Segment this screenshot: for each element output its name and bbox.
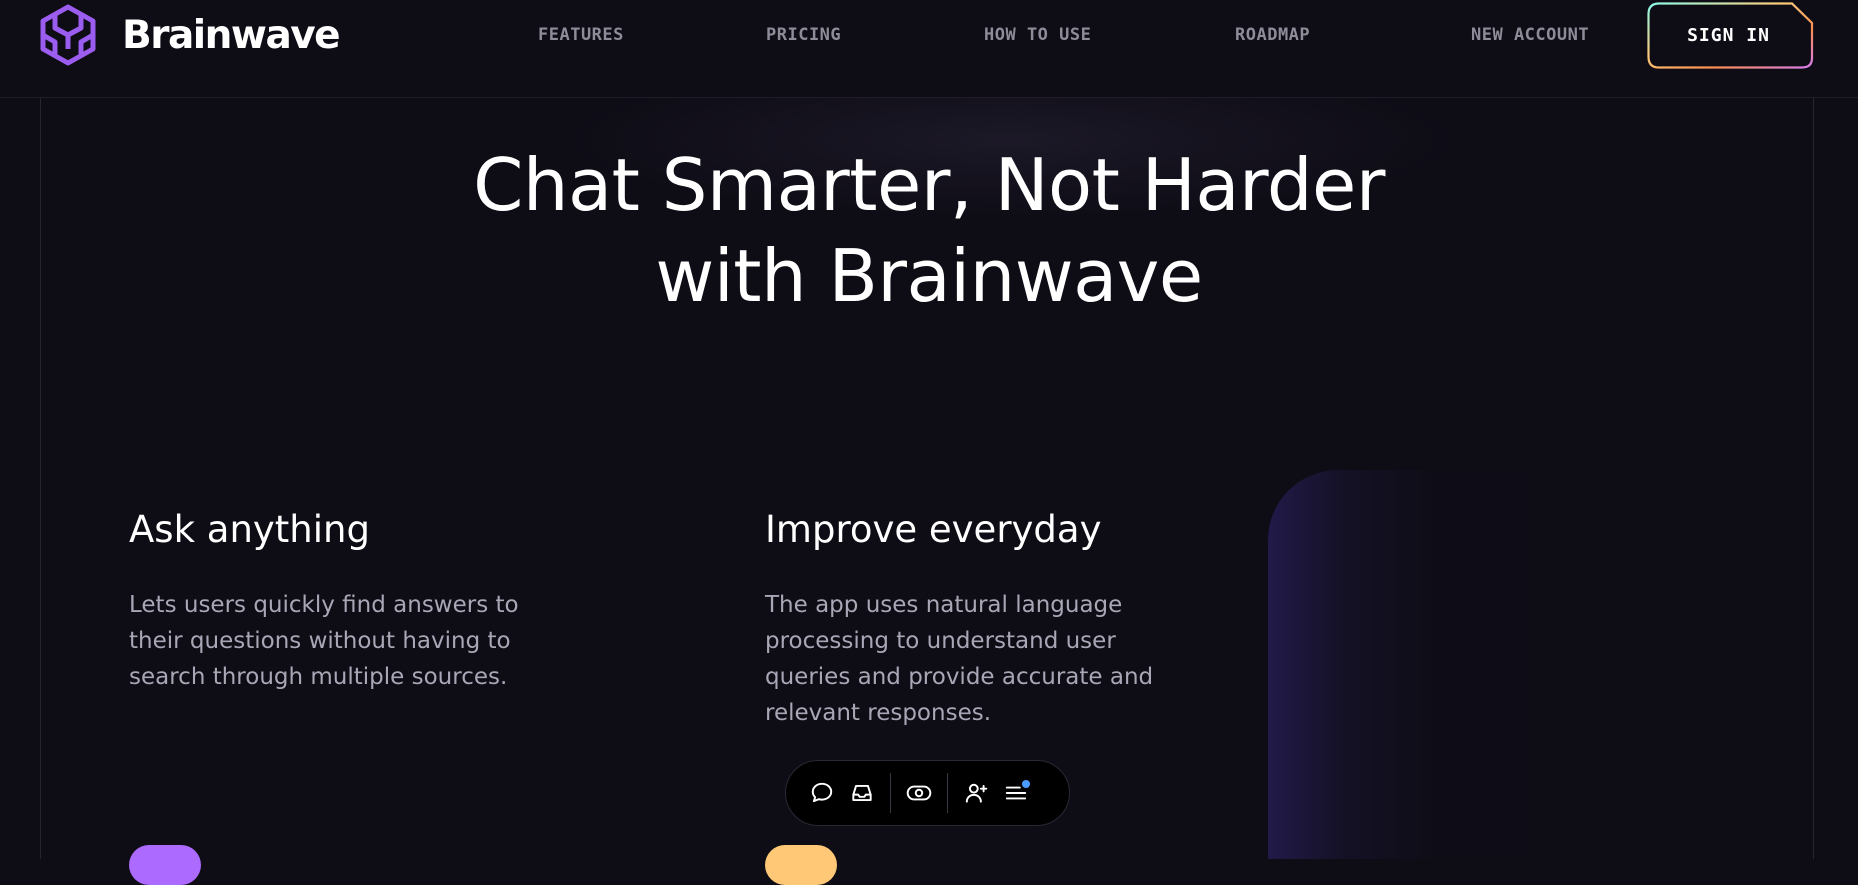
frame-line-left	[40, 98, 41, 859]
nav-how-to-use[interactable]: HOW TO USE	[984, 22, 1091, 48]
brainwave-logo-icon	[40, 4, 96, 66]
feature-line: search through multiple sources.	[129, 664, 508, 690]
feature-line: queries and provide accurate and	[765, 664, 1154, 690]
nav-new-account[interactable]: NEW ACCOUNT	[1471, 22, 1589, 48]
menu-lines-icon[interactable]	[996, 773, 1036, 813]
frame-line-right	[1813, 98, 1814, 859]
floating-toolbar	[785, 760, 1070, 826]
sign-in-button[interactable]: SIGN IN	[1647, 2, 1814, 69]
add-user-icon[interactable]	[956, 773, 996, 813]
nav-pricing[interactable]: PRICING	[766, 22, 841, 48]
feature-button-ask-anything[interactable]	[129, 845, 201, 885]
feature-title-ask-anything: Ask anything	[129, 508, 370, 551]
hero-title-line-1: Chat Smarter, Not Harder	[473, 143, 1385, 227]
feature-description-improve-everyday: The app uses natural language processing…	[765, 587, 1195, 731]
background-beam	[1268, 470, 1688, 859]
feature-description-ask-anything: Lets users quickly find answers to their…	[129, 587, 559, 695]
feature-line: Lets users quickly find answers to	[129, 592, 519, 618]
eye-toggle-icon[interactable]	[899, 773, 939, 813]
feature-line: their questions without having to	[129, 628, 511, 654]
feature-line: relevant responses.	[765, 700, 992, 726]
brand-logo[interactable]: Brainwave	[36, 4, 341, 66]
hero-title: Chat Smarter, Not Harder with Brainwave	[429, 140, 1429, 322]
feature-line: The app uses natural language	[765, 592, 1123, 618]
brand-name: Brainwave	[122, 12, 341, 58]
chat-bubble-icon[interactable]	[802, 773, 842, 813]
site-header: Brainwave FEATURES PRICING HOW TO USE RO…	[0, 0, 1858, 98]
nav-features[interactable]: FEATURES	[538, 22, 624, 48]
feature-line: processing to understand user	[765, 628, 1116, 654]
toolbar-separator	[947, 773, 948, 813]
inbox-icon[interactable]	[842, 773, 882, 813]
nav-roadmap[interactable]: ROADMAP	[1235, 22, 1310, 48]
sign-in-label: SIGN IN	[1687, 25, 1770, 46]
notification-dot	[1022, 780, 1030, 788]
feature-button-improve-everyday[interactable]	[765, 845, 837, 885]
feature-title-improve-everyday: Improve everyday	[765, 508, 1102, 551]
toolbar-separator	[890, 773, 891, 813]
hero-title-line-2: with Brainwave	[655, 234, 1203, 318]
